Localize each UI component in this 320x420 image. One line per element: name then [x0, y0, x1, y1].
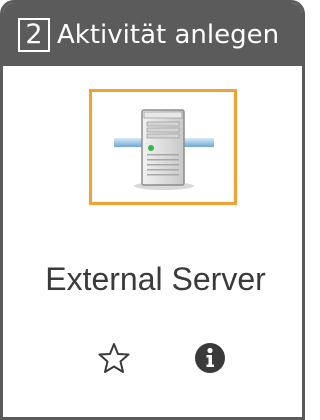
step-title: Aktivität anlegen [57, 19, 280, 50]
service-card[interactable]: 2 Aktivität anlegen External Server [0, 0, 305, 420]
service-icon-frame[interactable] [89, 89, 237, 205]
info-circle-icon[interactable] [193, 341, 227, 375]
step-header: 2 Aktivität anlegen [3, 3, 302, 66]
server-icon [114, 109, 214, 190]
service-name: External Server [45, 261, 266, 297]
star-outline-icon[interactable] [97, 341, 131, 375]
step-number-badge: 2 [18, 17, 50, 52]
